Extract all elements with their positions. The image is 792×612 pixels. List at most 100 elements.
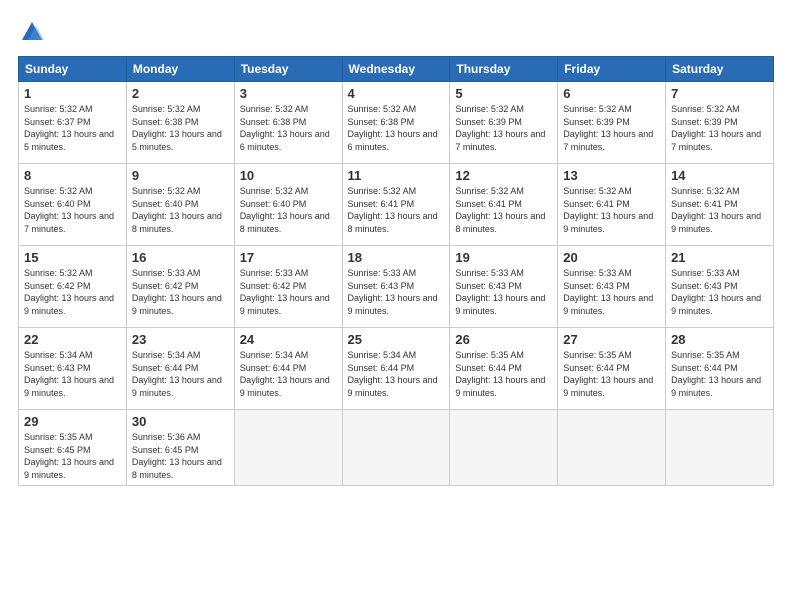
day-cell: 8 Sunrise: 5:32 AM Sunset: 6:40 PM Dayli… (19, 164, 127, 246)
day-cell: 1 Sunrise: 5:32 AM Sunset: 6:37 PM Dayli… (19, 82, 127, 164)
day-number: 3 (240, 86, 337, 101)
calendar-header: SundayMondayTuesdayWednesdayThursdayFrid… (19, 57, 774, 82)
day-cell: 12 Sunrise: 5:32 AM Sunset: 6:41 PM Dayl… (450, 164, 558, 246)
day-cell (450, 410, 558, 486)
day-cell: 18 Sunrise: 5:33 AM Sunset: 6:43 PM Dayl… (342, 246, 450, 328)
calendar-table: SundayMondayTuesdayWednesdayThursdayFrid… (18, 56, 774, 486)
day-info: Sunrise: 5:32 AM Sunset: 6:39 PM Dayligh… (455, 103, 552, 153)
day-header-monday: Monday (126, 57, 234, 82)
day-cell: 6 Sunrise: 5:32 AM Sunset: 6:39 PM Dayli… (558, 82, 666, 164)
day-info: Sunrise: 5:32 AM Sunset: 6:41 PM Dayligh… (348, 185, 445, 235)
logo-icon (18, 18, 46, 46)
day-number: 12 (455, 168, 552, 183)
day-info: Sunrise: 5:32 AM Sunset: 6:40 PM Dayligh… (132, 185, 229, 235)
week-row-5: 29 Sunrise: 5:35 AM Sunset: 6:45 PM Dayl… (19, 410, 774, 486)
day-header-thursday: Thursday (450, 57, 558, 82)
day-cell: 14 Sunrise: 5:32 AM Sunset: 6:41 PM Dayl… (666, 164, 774, 246)
day-info: Sunrise: 5:32 AM Sunset: 6:41 PM Dayligh… (563, 185, 660, 235)
day-info: Sunrise: 5:33 AM Sunset: 6:42 PM Dayligh… (240, 267, 337, 317)
day-info: Sunrise: 5:32 AM Sunset: 6:42 PM Dayligh… (24, 267, 121, 317)
day-number: 9 (132, 168, 229, 183)
day-number: 13 (563, 168, 660, 183)
day-number: 21 (671, 250, 768, 265)
day-cell: 3 Sunrise: 5:32 AM Sunset: 6:38 PM Dayli… (234, 82, 342, 164)
day-number: 14 (671, 168, 768, 183)
day-cell: 21 Sunrise: 5:33 AM Sunset: 6:43 PM Dayl… (666, 246, 774, 328)
day-info: Sunrise: 5:32 AM Sunset: 6:39 PM Dayligh… (563, 103, 660, 153)
day-header-saturday: Saturday (666, 57, 774, 82)
day-cell: 17 Sunrise: 5:33 AM Sunset: 6:42 PM Dayl… (234, 246, 342, 328)
day-info: Sunrise: 5:32 AM Sunset: 6:40 PM Dayligh… (24, 185, 121, 235)
day-number: 28 (671, 332, 768, 347)
day-info: Sunrise: 5:32 AM Sunset: 6:39 PM Dayligh… (671, 103, 768, 153)
days-of-week-row: SundayMondayTuesdayWednesdayThursdayFrid… (19, 57, 774, 82)
day-cell: 5 Sunrise: 5:32 AM Sunset: 6:39 PM Dayli… (450, 82, 558, 164)
day-number: 18 (348, 250, 445, 265)
week-row-4: 22 Sunrise: 5:34 AM Sunset: 6:43 PM Dayl… (19, 328, 774, 410)
day-cell: 25 Sunrise: 5:34 AM Sunset: 6:44 PM Dayl… (342, 328, 450, 410)
day-info: Sunrise: 5:32 AM Sunset: 6:41 PM Dayligh… (671, 185, 768, 235)
day-cell: 16 Sunrise: 5:33 AM Sunset: 6:42 PM Dayl… (126, 246, 234, 328)
calendar-body: 1 Sunrise: 5:32 AM Sunset: 6:37 PM Dayli… (19, 82, 774, 486)
day-header-wednesday: Wednesday (342, 57, 450, 82)
calendar-page: SundayMondayTuesdayWednesdayThursdayFrid… (0, 0, 792, 612)
day-cell: 26 Sunrise: 5:35 AM Sunset: 6:44 PM Dayl… (450, 328, 558, 410)
day-info: Sunrise: 5:34 AM Sunset: 6:44 PM Dayligh… (240, 349, 337, 399)
day-info: Sunrise: 5:32 AM Sunset: 6:38 PM Dayligh… (132, 103, 229, 153)
day-cell: 15 Sunrise: 5:32 AM Sunset: 6:42 PM Dayl… (19, 246, 127, 328)
day-info: Sunrise: 5:32 AM Sunset: 6:41 PM Dayligh… (455, 185, 552, 235)
day-number: 5 (455, 86, 552, 101)
day-cell: 13 Sunrise: 5:32 AM Sunset: 6:41 PM Dayl… (558, 164, 666, 246)
day-info: Sunrise: 5:35 AM Sunset: 6:44 PM Dayligh… (455, 349, 552, 399)
day-info: Sunrise: 5:32 AM Sunset: 6:38 PM Dayligh… (348, 103, 445, 153)
day-cell: 9 Sunrise: 5:32 AM Sunset: 6:40 PM Dayli… (126, 164, 234, 246)
day-info: Sunrise: 5:32 AM Sunset: 6:38 PM Dayligh… (240, 103, 337, 153)
day-number: 4 (348, 86, 445, 101)
day-header-sunday: Sunday (19, 57, 127, 82)
day-number: 15 (24, 250, 121, 265)
day-number: 25 (348, 332, 445, 347)
day-cell (558, 410, 666, 486)
day-cell: 30 Sunrise: 5:36 AM Sunset: 6:45 PM Dayl… (126, 410, 234, 486)
day-number: 10 (240, 168, 337, 183)
day-number: 17 (240, 250, 337, 265)
day-cell (234, 410, 342, 486)
day-cell: 2 Sunrise: 5:32 AM Sunset: 6:38 PM Dayli… (126, 82, 234, 164)
day-number: 6 (563, 86, 660, 101)
day-info: Sunrise: 5:33 AM Sunset: 6:42 PM Dayligh… (132, 267, 229, 317)
day-number: 11 (348, 168, 445, 183)
day-info: Sunrise: 5:32 AM Sunset: 6:40 PM Dayligh… (240, 185, 337, 235)
day-info: Sunrise: 5:35 AM Sunset: 6:44 PM Dayligh… (671, 349, 768, 399)
day-cell: 27 Sunrise: 5:35 AM Sunset: 6:44 PM Dayl… (558, 328, 666, 410)
day-info: Sunrise: 5:33 AM Sunset: 6:43 PM Dayligh… (671, 267, 768, 317)
day-number: 27 (563, 332, 660, 347)
day-info: Sunrise: 5:35 AM Sunset: 6:44 PM Dayligh… (563, 349, 660, 399)
day-number: 26 (455, 332, 552, 347)
day-number: 19 (455, 250, 552, 265)
week-row-3: 15 Sunrise: 5:32 AM Sunset: 6:42 PM Dayl… (19, 246, 774, 328)
day-cell: 11 Sunrise: 5:32 AM Sunset: 6:41 PM Dayl… (342, 164, 450, 246)
day-number: 2 (132, 86, 229, 101)
day-info: Sunrise: 5:36 AM Sunset: 6:45 PM Dayligh… (132, 431, 229, 481)
day-info: Sunrise: 5:33 AM Sunset: 6:43 PM Dayligh… (563, 267, 660, 317)
day-info: Sunrise: 5:34 AM Sunset: 6:43 PM Dayligh… (24, 349, 121, 399)
day-info: Sunrise: 5:32 AM Sunset: 6:37 PM Dayligh… (24, 103, 121, 153)
day-cell: 19 Sunrise: 5:33 AM Sunset: 6:43 PM Dayl… (450, 246, 558, 328)
day-header-friday: Friday (558, 57, 666, 82)
day-cell: 29 Sunrise: 5:35 AM Sunset: 6:45 PM Dayl… (19, 410, 127, 486)
day-cell: 10 Sunrise: 5:32 AM Sunset: 6:40 PM Dayl… (234, 164, 342, 246)
day-info: Sunrise: 5:33 AM Sunset: 6:43 PM Dayligh… (348, 267, 445, 317)
day-cell: 23 Sunrise: 5:34 AM Sunset: 6:44 PM Dayl… (126, 328, 234, 410)
day-info: Sunrise: 5:35 AM Sunset: 6:45 PM Dayligh… (24, 431, 121, 481)
day-cell: 7 Sunrise: 5:32 AM Sunset: 6:39 PM Dayli… (666, 82, 774, 164)
day-number: 8 (24, 168, 121, 183)
week-row-1: 1 Sunrise: 5:32 AM Sunset: 6:37 PM Dayli… (19, 82, 774, 164)
day-number: 23 (132, 332, 229, 347)
day-info: Sunrise: 5:33 AM Sunset: 6:43 PM Dayligh… (455, 267, 552, 317)
week-row-2: 8 Sunrise: 5:32 AM Sunset: 6:40 PM Dayli… (19, 164, 774, 246)
day-header-tuesday: Tuesday (234, 57, 342, 82)
day-number: 24 (240, 332, 337, 347)
day-cell (666, 410, 774, 486)
day-info: Sunrise: 5:34 AM Sunset: 6:44 PM Dayligh… (348, 349, 445, 399)
day-cell: 4 Sunrise: 5:32 AM Sunset: 6:38 PM Dayli… (342, 82, 450, 164)
